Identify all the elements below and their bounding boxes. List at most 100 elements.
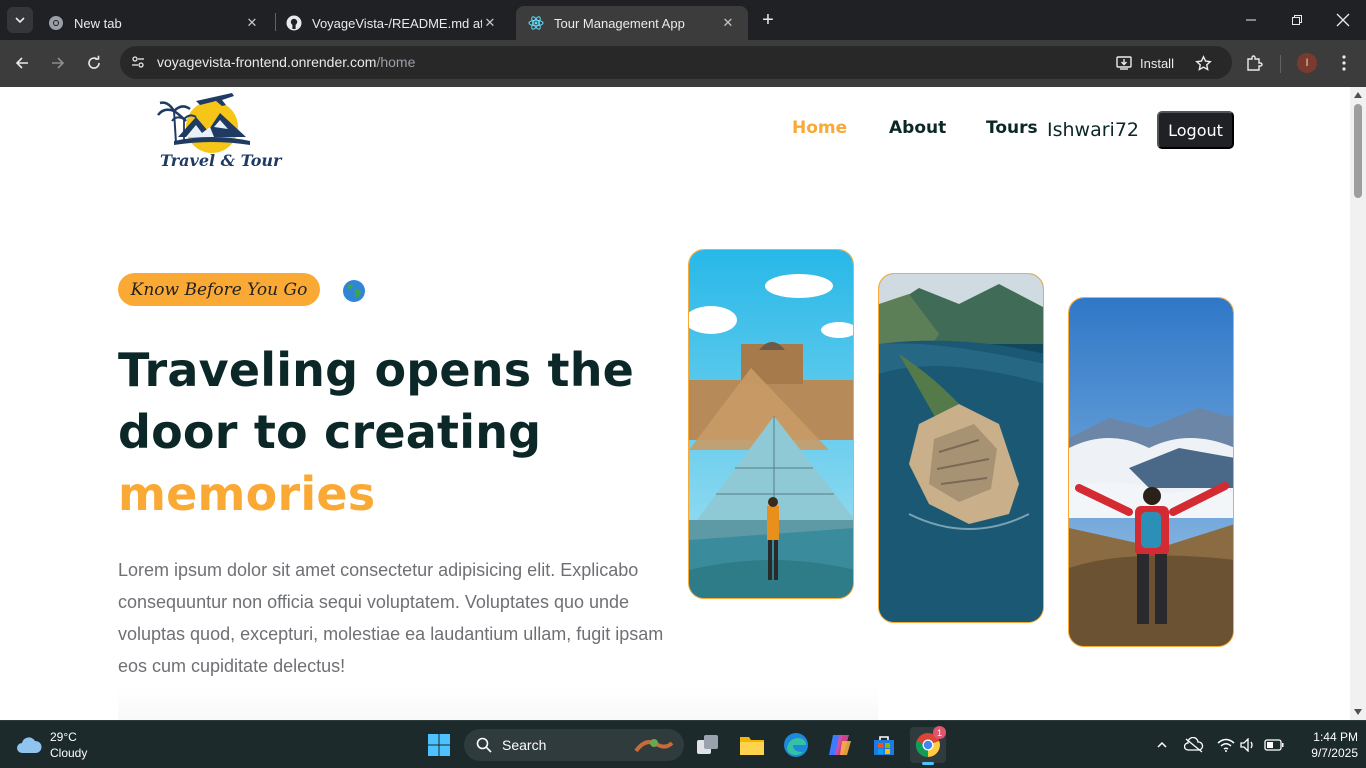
react-icon xyxy=(528,15,544,31)
restore-icon xyxy=(1292,15,1302,25)
minimize-icon xyxy=(1246,19,1256,21)
search-highlight-icon xyxy=(634,739,674,753)
weather-desc: Cloudy xyxy=(50,746,88,760)
url-host: voyagevista-frontend.onrender.com xyxy=(157,54,377,70)
site-logo[interactable]: Travel & Tour xyxy=(118,87,304,179)
extensions-button[interactable] xyxy=(1239,48,1269,78)
edge-button[interactable] xyxy=(778,727,814,763)
star-icon xyxy=(1194,54,1212,71)
page-viewport: Travel & Tour Home About Tours Ishwari72… xyxy=(0,87,1350,720)
tagline-badge: Know Before You Go xyxy=(118,273,320,306)
tab-title: Tour Management App xyxy=(554,15,685,31)
logo-text: Travel & Tour xyxy=(160,151,282,170)
username-label: Ishwari72 xyxy=(1047,119,1139,141)
bookmark-star-button[interactable] xyxy=(1192,52,1214,74)
close-icon[interactable]: ✕ xyxy=(244,15,260,31)
weather-widget[interactable]: 29°C Cloudy xyxy=(16,729,87,761)
tab-search-button[interactable] xyxy=(7,7,33,33)
active-indicator xyxy=(922,762,934,765)
tab-title: New tab xyxy=(74,15,122,31)
page-scrollbar[interactable] xyxy=(1350,87,1366,720)
cloud-off-icon xyxy=(1184,737,1204,753)
browser-tab-bar: New tab ✕ VoyageVista-/README.md at m ✕ … xyxy=(0,0,1366,40)
more-vertical-icon xyxy=(1342,55,1346,71)
globe-icon xyxy=(342,279,366,303)
start-button[interactable] xyxy=(421,727,457,763)
close-icon[interactable]: ✕ xyxy=(720,15,736,31)
url-text: voyagevista-frontend.onrender.com/home xyxy=(157,54,415,70)
taskbar-search[interactable]: Search xyxy=(464,729,684,761)
copilot-icon xyxy=(829,735,851,755)
speaker-icon xyxy=(1240,738,1253,752)
arrow-left-icon xyxy=(15,57,28,69)
address-bar[interactable]: voyagevista-frontend.onrender.com/home I… xyxy=(120,46,1232,79)
weather-temp: 29°C xyxy=(50,730,77,744)
tab-tour-management-app[interactable]: Tour Management App ✕ xyxy=(516,6,748,40)
hero-image-louvre xyxy=(688,249,854,599)
reload-button[interactable] xyxy=(79,48,109,78)
profile-button[interactable]: I xyxy=(1292,48,1322,78)
hero-title-highlight: memories xyxy=(118,467,376,521)
system-clock[interactable]: 1:44 PM 9/7/2025 xyxy=(1292,729,1358,761)
nav-tours[interactable]: Tours xyxy=(986,118,1038,138)
scroll-up-arrow-icon[interactable] xyxy=(1354,92,1362,98)
reload-icon xyxy=(88,55,100,69)
onedrive-button[interactable] xyxy=(1183,735,1205,755)
store-icon xyxy=(874,736,894,755)
hero-title-line2: door to creating xyxy=(118,405,542,459)
avatar: I xyxy=(1297,53,1317,73)
task-view-icon xyxy=(697,735,718,754)
browser-toolbar: voyagevista-frontend.onrender.com/home I… xyxy=(0,40,1366,87)
file-explorer-button[interactable] xyxy=(734,727,770,763)
battery-button[interactable] xyxy=(1263,735,1285,755)
url-path: /home xyxy=(376,54,416,70)
install-app-button[interactable]: Install xyxy=(1116,52,1174,74)
windows-taskbar: 29°C Cloudy Search 1 1:44 PM 9/7/2025 xyxy=(0,720,1366,768)
forward-button[interactable] xyxy=(43,48,73,78)
chevron-up-icon xyxy=(1157,741,1167,748)
close-icon[interactable]: ✕ xyxy=(482,15,498,31)
tagline-text: Know Before You Go xyxy=(130,279,308,300)
chrome-taskbar-button[interactable]: 1 xyxy=(910,726,946,765)
tab-new-tab[interactable]: New tab ✕ xyxy=(36,6,272,40)
github-icon xyxy=(286,15,302,31)
arrow-right-icon xyxy=(52,57,65,69)
scrollbar-thumb[interactable] xyxy=(1354,104,1362,198)
browser-menu-button[interactable] xyxy=(1329,48,1359,78)
microsoft-store-button[interactable] xyxy=(866,727,902,763)
close-window-button[interactable] xyxy=(1320,0,1366,40)
network-button[interactable] xyxy=(1215,735,1237,755)
toolbar-divider xyxy=(1280,55,1281,73)
logout-button[interactable]: Logout xyxy=(1157,111,1234,149)
hero-image-island-fort xyxy=(878,273,1044,623)
tab-title: VoyageVista-/README.md at m xyxy=(312,15,482,31)
clock-time: 1:44 PM xyxy=(1313,730,1358,744)
scroll-down-arrow-icon[interactable] xyxy=(1354,709,1362,715)
volume-button[interactable] xyxy=(1237,735,1259,755)
chevron-down-icon xyxy=(15,17,25,24)
nav-about[interactable]: About xyxy=(889,118,946,138)
close-icon xyxy=(1336,13,1350,27)
hero-description: Lorem ipsum dolor sit amet consectetur a… xyxy=(118,560,664,676)
nav-home[interactable]: Home xyxy=(792,118,847,138)
hero-title: Traveling opens the door to creating mem… xyxy=(118,339,658,525)
wifi-icon xyxy=(1217,738,1235,752)
back-button[interactable] xyxy=(7,48,37,78)
site-settings-icon[interactable] xyxy=(128,52,148,72)
copilot-button[interactable] xyxy=(822,727,858,763)
battery-icon xyxy=(1264,739,1284,751)
show-hidden-icons-button[interactable] xyxy=(1151,735,1173,755)
minimize-button[interactable] xyxy=(1228,0,1274,40)
weather-text: 29°C Cloudy xyxy=(50,729,87,761)
install-icon xyxy=(1116,56,1132,70)
new-tab-button[interactable]: + xyxy=(756,8,780,32)
edge-icon xyxy=(784,733,808,757)
chrome-icon xyxy=(48,15,64,31)
tab-github-readme[interactable]: VoyageVista-/README.md at m ✕ xyxy=(274,6,510,40)
plus-icon: + xyxy=(762,8,774,31)
puzzle-icon xyxy=(1247,55,1263,71)
restore-button[interactable] xyxy=(1274,0,1320,40)
task-view-button[interactable] xyxy=(690,727,726,763)
clock-date: 9/7/2025 xyxy=(1311,746,1358,760)
search-label: Search xyxy=(502,737,547,753)
